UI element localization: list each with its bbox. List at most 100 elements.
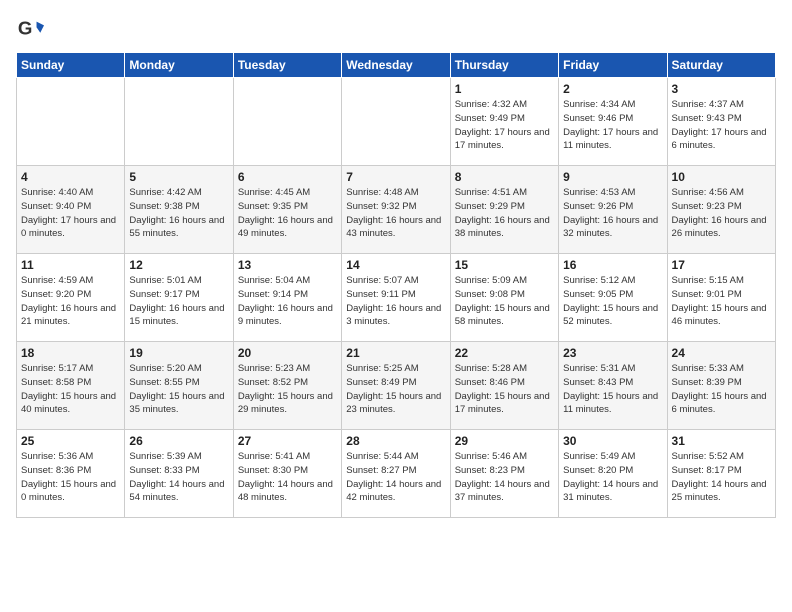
calendar-cell: 10 Sunrise: 4:56 AM Sunset: 9:23 PM Dayli…: [667, 166, 775, 254]
calendar-cell: 6 Sunrise: 4:45 AM Sunset: 9:35 PM Daylig…: [233, 166, 341, 254]
calendar-cell: [342, 78, 450, 166]
day-info: Sunrise: 5:12 AM Sunset: 9:05 PM Dayligh…: [563, 274, 662, 329]
calendar-cell: 27Sunrise: 5:41 AM Sunset: 8:30 PM Dayli…: [233, 430, 341, 518]
calendar-table: SundayMondayTuesdayWednesdayThursdayFrid…: [16, 52, 776, 518]
day-number: 12: [129, 258, 228, 272]
calendar-cell: 16Sunrise: 5:12 AM Sunset: 9:05 PM Dayli…: [559, 254, 667, 342]
day-number: 17: [672, 258, 771, 272]
calendar-cell: 19 Sunrise: 5:20 AM Sunset: 8:55 PM Dayli…: [125, 342, 233, 430]
day-number: 6: [238, 170, 337, 184]
day-number: 28: [346, 434, 445, 448]
day-header-sunday: Sunday: [17, 53, 125, 78]
day-number: 31: [672, 434, 771, 448]
day-info: Sunrise: 5:04 AM Sunset: 9:14 PM Dayligh…: [238, 274, 337, 329]
calendar-cell: 22 Sunrise: 5:28 AM Sunset: 8:46 PM Dayli…: [450, 342, 558, 430]
calendar-cell: 11 Sunrise: 4:59 AM Sunset: 9:20 PM Dayli…: [17, 254, 125, 342]
day-info: Sunrise: 5:07 AM Sunset: 9:11 PM Dayligh…: [346, 274, 445, 329]
day-number: 21: [346, 346, 445, 360]
day-number: 4: [21, 170, 120, 184]
day-number: 30: [563, 434, 662, 448]
calendar-cell: 13 Sunrise: 5:04 AM Sunset: 9:14 PM Dayli…: [233, 254, 341, 342]
day-number: 24: [672, 346, 771, 360]
calendar-cell: 9 Sunrise: 4:53 AM Sunset: 9:26 PM Daylig…: [559, 166, 667, 254]
day-header-saturday: Saturday: [667, 53, 775, 78]
calendar-cell: 4 Sunrise: 4:40 AM Sunset: 9:40 PM Daylig…: [17, 166, 125, 254]
day-info: Sunrise: 5:52 AM Sunset: 8:17 PM Dayligh…: [672, 450, 771, 505]
logo: G: [16, 16, 48, 44]
day-header-friday: Friday: [559, 53, 667, 78]
day-info: Sunrise: 5:39 AM Sunset: 8:33 PM Dayligh…: [129, 450, 228, 505]
day-number: 27: [238, 434, 337, 448]
day-info: Sunrise: 5:09 AM Sunset: 9:08 PM Dayligh…: [455, 274, 554, 329]
day-info: Sunrise: 5:20 AM Sunset: 8:55 PM Dayligh…: [129, 362, 228, 417]
day-info: Sunrise: 5:25 AM Sunset: 8:49 PM Dayligh…: [346, 362, 445, 417]
calendar-cell: 30 Sunrise: 5:49 AM Sunset: 8:20 PM Dayli…: [559, 430, 667, 518]
calendar-cell: [233, 78, 341, 166]
day-info: Sunrise: 4:51 AM Sunset: 9:29 PM Dayligh…: [455, 186, 554, 241]
calendar-cell: 8Sunrise: 4:51 AM Sunset: 9:29 PM Daylig…: [450, 166, 558, 254]
day-number: 26: [129, 434, 228, 448]
day-info: Sunrise: 4:45 AM Sunset: 9:35 PM Dayligh…: [238, 186, 337, 241]
day-number: 25: [21, 434, 120, 448]
calendar-cell: [17, 78, 125, 166]
calendar-week-1: 1 Sunrise: 4:32 AM Sunset: 9:49 PM Daylig…: [17, 78, 776, 166]
day-info: Sunrise: 4:59 AM Sunset: 9:20 PM Dayligh…: [21, 274, 120, 329]
day-info: Sunrise: 4:53 AM Sunset: 9:26 PM Dayligh…: [563, 186, 662, 241]
day-number: 1: [455, 82, 554, 96]
page-header: G: [16, 16, 776, 44]
calendar-cell: 24Sunrise: 5:33 AM Sunset: 8:39 PM Dayli…: [667, 342, 775, 430]
day-number: 18: [21, 346, 120, 360]
day-number: 15: [455, 258, 554, 272]
day-header-thursday: Thursday: [450, 53, 558, 78]
day-number: 29: [455, 434, 554, 448]
day-number: 10: [672, 170, 771, 184]
svg-text:G: G: [18, 18, 33, 39]
day-info: Sunrise: 4:56 AM Sunset: 9:23 PM Dayligh…: [672, 186, 771, 241]
day-info: Sunrise: 5:01 AM Sunset: 9:17 PM Dayligh…: [129, 274, 228, 329]
calendar-week-2: 4 Sunrise: 4:40 AM Sunset: 9:40 PM Daylig…: [17, 166, 776, 254]
calendar-cell: 2 Sunrise: 4:34 AM Sunset: 9:46 PM Daylig…: [559, 78, 667, 166]
day-info: Sunrise: 4:40 AM Sunset: 9:40 PM Dayligh…: [21, 186, 120, 241]
day-number: 14: [346, 258, 445, 272]
day-info: Sunrise: 5:23 AM Sunset: 8:52 PM Dayligh…: [238, 362, 337, 417]
day-info: Sunrise: 4:34 AM Sunset: 9:46 PM Dayligh…: [563, 98, 662, 153]
logo-icon: G: [16, 16, 44, 44]
day-number: 13: [238, 258, 337, 272]
day-number: 20: [238, 346, 337, 360]
day-info: Sunrise: 5:44 AM Sunset: 8:27 PM Dayligh…: [346, 450, 445, 505]
day-info: Sunrise: 5:36 AM Sunset: 8:36 PM Dayligh…: [21, 450, 120, 505]
calendar-cell: 26 Sunrise: 5:39 AM Sunset: 8:33 PM Dayli…: [125, 430, 233, 518]
day-number: 11: [21, 258, 120, 272]
day-info: Sunrise: 4:32 AM Sunset: 9:49 PM Dayligh…: [455, 98, 554, 153]
calendar-cell: 23Sunrise: 5:31 AM Sunset: 8:43 PM Dayli…: [559, 342, 667, 430]
day-info: Sunrise: 5:28 AM Sunset: 8:46 PM Dayligh…: [455, 362, 554, 417]
day-number: 19: [129, 346, 228, 360]
calendar-cell: 1 Sunrise: 4:32 AM Sunset: 9:49 PM Daylig…: [450, 78, 558, 166]
calendar-cell: 3Sunrise: 4:37 AM Sunset: 9:43 PM Daylig…: [667, 78, 775, 166]
day-info: Sunrise: 5:46 AM Sunset: 8:23 PM Dayligh…: [455, 450, 554, 505]
calendar-cell: 5Sunrise: 4:42 AM Sunset: 9:38 PM Daylig…: [125, 166, 233, 254]
day-info: Sunrise: 5:17 AM Sunset: 8:58 PM Dayligh…: [21, 362, 120, 417]
day-info: Sunrise: 5:49 AM Sunset: 8:20 PM Dayligh…: [563, 450, 662, 505]
calendar-cell: 18 Sunrise: 5:17 AM Sunset: 8:58 PM Dayli…: [17, 342, 125, 430]
calendar-cell: 20 Sunrise: 5:23 AM Sunset: 8:52 PM Dayli…: [233, 342, 341, 430]
day-info: Sunrise: 4:48 AM Sunset: 9:32 PM Dayligh…: [346, 186, 445, 241]
calendar-week-3: 11 Sunrise: 4:59 AM Sunset: 9:20 PM Dayli…: [17, 254, 776, 342]
day-info: Sunrise: 5:15 AM Sunset: 9:01 PM Dayligh…: [672, 274, 771, 329]
calendar-cell: 15 Sunrise: 5:09 AM Sunset: 9:08 PM Dayli…: [450, 254, 558, 342]
day-number: 3: [672, 82, 771, 96]
calendar-header-row: SundayMondayTuesdayWednesdayThursdayFrid…: [17, 53, 776, 78]
calendar-week-5: 25 Sunrise: 5:36 AM Sunset: 8:36 PM Dayli…: [17, 430, 776, 518]
calendar-cell: 21 Sunrise: 5:25 AM Sunset: 8:49 PM Dayli…: [342, 342, 450, 430]
calendar-cell: 7Sunrise: 4:48 AM Sunset: 9:32 PM Daylig…: [342, 166, 450, 254]
day-number: 5: [129, 170, 228, 184]
calendar-cell: 12 Sunrise: 5:01 AM Sunset: 9:17 PM Dayli…: [125, 254, 233, 342]
day-number: 9: [563, 170, 662, 184]
day-number: 22: [455, 346, 554, 360]
day-number: 2: [563, 82, 662, 96]
calendar-cell: [125, 78, 233, 166]
calendar-cell: 31 Sunrise: 5:52 AM Sunset: 8:17 PM Dayli…: [667, 430, 775, 518]
calendar-cell: 17 Sunrise: 5:15 AM Sunset: 9:01 PM Dayli…: [667, 254, 775, 342]
calendar-week-4: 18 Sunrise: 5:17 AM Sunset: 8:58 PM Dayli…: [17, 342, 776, 430]
day-info: Sunrise: 5:31 AM Sunset: 8:43 PM Dayligh…: [563, 362, 662, 417]
